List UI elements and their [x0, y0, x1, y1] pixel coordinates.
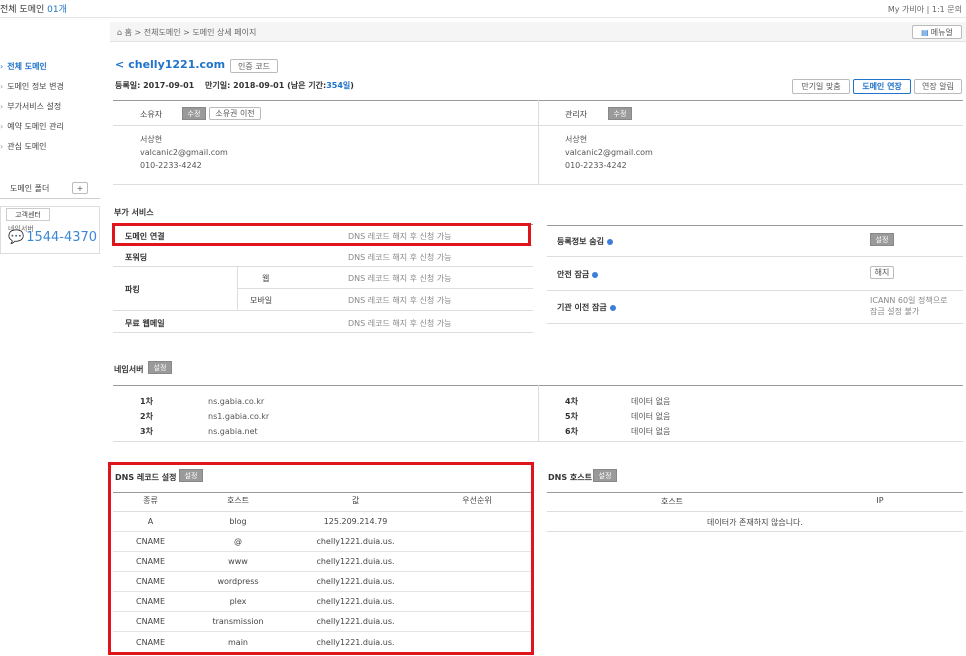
nameserver-right-values: 데이터 없음 데이터 없음 데이터 없음 [631, 397, 671, 436]
support-phone: 💬 1544-4370 [8, 230, 98, 245]
back-icon[interactable]: < [115, 58, 124, 71]
header-links[interactable]: My 가비아 | 1:1 문의 [888, 4, 962, 15]
nameserver-title: 네임서버 [114, 365, 144, 374]
addon-free-webmail: 무료 웹메일 [125, 319, 165, 328]
domain-name: chelly1221.com [128, 58, 226, 71]
privacy-label: 등록정보 숨김 [557, 236, 613, 247]
owner-email: valcanic2@gmail.com [140, 148, 228, 157]
nameserver-right: 4차 5차 6차 [565, 397, 578, 436]
owner-phone: 010-2233-4242 [140, 161, 202, 170]
sidebar-item-addon[interactable]: › 부가서비스 설정 [0, 96, 100, 116]
addon-parking: 파킹 [125, 285, 140, 294]
privacy-set-button[interactable]: 설정 [870, 233, 894, 246]
sidebar-item-reserved[interactable]: › 예약 도메인 관리 [0, 116, 100, 136]
owner-edit-button[interactable]: 수정 [182, 107, 206, 120]
book-icon: ▤ [921, 27, 929, 37]
add-folder-button[interactable]: + [72, 182, 88, 194]
auth-code-button[interactable]: 인증 코드 [230, 59, 278, 73]
domain-extend-button[interactable]: 도메인 연장 [853, 79, 911, 94]
nameserver-left-values: ns.gabia.co.kr ns1.gabia.co.kr ns.gabia.… [208, 397, 270, 436]
admin-phone: 010-2233-4242 [565, 161, 627, 170]
sidebar-item-favorites[interactable]: › 관심 도메인 [0, 136, 100, 156]
owner-name: 서상현 [140, 135, 163, 144]
header-title: 전체 도메인 [0, 5, 45, 15]
safe-lock-label: 안전 잠금 [557, 269, 599, 280]
addon-status: DNS 레코드 해지 후 신청 가능 [348, 253, 452, 262]
extend-alert-button[interactable]: 연장 알림 [914, 79, 962, 94]
breadcrumb: ⌂ 홈 > 전체도메인 > 도메인 상세 페이지 [117, 27, 256, 38]
home-icon[interactable]: ⌂ [117, 28, 122, 37]
nameserver-set-button[interactable]: 설정 [148, 361, 172, 374]
owner-label: 소유자 [140, 110, 163, 119]
highlight-box [112, 223, 531, 246]
transfer-lock-note: ICANN 60일 정책으로 잠금 설정 불가 [870, 296, 948, 316]
addon-title: 부가 서비스 [114, 208, 154, 217]
addon-parking-mobile: 모바일 [250, 296, 273, 305]
nameserver-left: 1차 2차 3차 [140, 397, 153, 436]
breadcrumb-current: 도메인 상세 페이지 [192, 28, 257, 37]
sidebar-item-domain-info[interactable]: › 도메인 정보 변경 [0, 76, 100, 96]
page-header-title: 전체 도메인 01개 [0, 2, 67, 15]
manual-button[interactable]: ▤ 메뉴얼 [912, 25, 962, 39]
admin-name: 서상현 [565, 135, 588, 144]
owner-info: 서상현 valcanic2@gmail.com 010-2233-4242 [140, 133, 228, 172]
domain-title: < chelly1221.com ⎘ [115, 58, 237, 71]
info-icon[interactable] [606, 238, 613, 245]
dns-host-empty: 데이터가 존재하지 않습니다. [707, 518, 803, 527]
chat-icon: 💬 [8, 230, 25, 245]
highlight-box [108, 462, 534, 655]
breadcrumb-all-domains[interactable]: 전체도메인 [144, 28, 181, 37]
dns-host-header: 호스트 IP [660, 496, 884, 506]
addon-status: DNS 레코드 해지 후 신청 가능 [348, 296, 452, 305]
dns-host-set-button[interactable]: 설정 [593, 469, 617, 482]
chevron-right-icon: › [0, 81, 4, 91]
domain-dates: 등록일: 2017-09-01 만기일: 2018-09-01 (남은 기간:3… [115, 81, 354, 90]
addon-status: DNS 레코드 해지 후 신청 가능 [348, 274, 452, 283]
chevron-right-icon: › [0, 121, 4, 131]
expiry-match-button[interactable]: 만기일 맞춤 [792, 79, 850, 94]
sidebar-item-all-domains[interactable]: › 전체 도메인 [0, 56, 100, 76]
breadcrumb-separator: > [134, 28, 142, 37]
chevron-right-icon: › [0, 61, 4, 71]
admin-label: 관리자 [565, 110, 588, 119]
breadcrumb-home[interactable]: 홈 [125, 28, 132, 37]
chevron-right-icon: › [0, 101, 4, 111]
domain-folder-label: 도메인 폴더 [10, 184, 50, 193]
info-icon[interactable] [592, 271, 599, 278]
addon-forwarding: 포워딩 [125, 253, 148, 262]
chevron-right-icon: › [0, 141, 4, 151]
domain-count: 01개 [47, 5, 67, 15]
addon-status: DNS 레코드 해지 후 신청 가능 [348, 319, 452, 328]
admin-edit-button[interactable]: 수정 [608, 107, 632, 120]
admin-info: 서상현 valcanic2@gmail.com 010-2233-4242 [565, 133, 653, 172]
addon-parking-web: 웹 [262, 274, 270, 283]
dns-host-title: DNS 호스트 [548, 473, 592, 482]
sidebar: › 전체 도메인 › 도메인 정보 변경 › 부가서비스 설정 › 예약 도메인… [0, 56, 100, 156]
admin-email: valcanic2@gmail.com [565, 148, 653, 157]
transfer-lock-label: 기관 이전 잠금 [557, 302, 616, 313]
ownership-transfer-button[interactable]: 소유권 이전 [209, 107, 261, 120]
breadcrumb-separator: > [183, 28, 190, 37]
support-tab-customer[interactable]: 고객센터 [6, 208, 50, 221]
info-icon[interactable] [609, 304, 616, 311]
safe-lock-release-button[interactable]: 해지 [870, 266, 894, 279]
